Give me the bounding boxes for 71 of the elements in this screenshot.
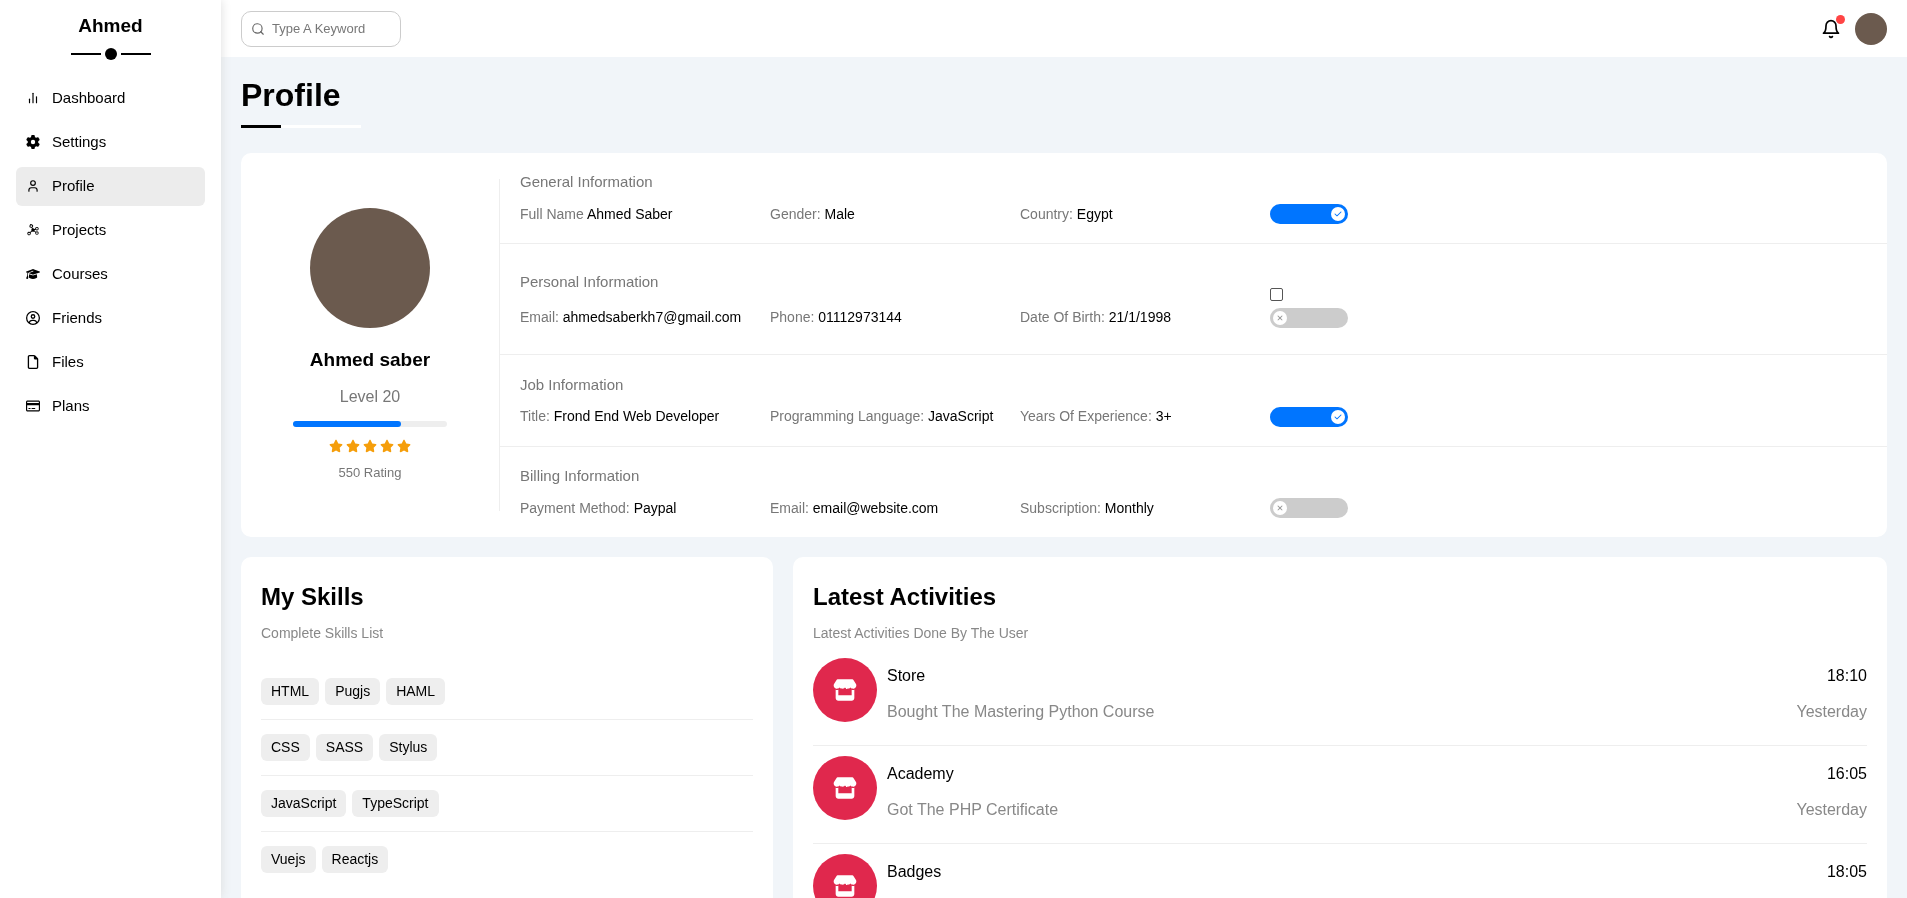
star-icon — [329, 438, 343, 453]
activity-time: 18:10 — [1826, 666, 1867, 686]
brand-title: Ahmed — [78, 14, 143, 38]
activity-time: 18:05 — [1826, 862, 1867, 882]
check-icon — [1334, 210, 1342, 219]
sidebar-item[interactable]: Profile — [16, 166, 205, 206]
skill-tag: HAML — [386, 678, 446, 705]
card-subtitle: Complete Skills List — [261, 624, 385, 643]
skill-tag: CSS — [261, 734, 310, 761]
activity-title: Store — [887, 666, 926, 686]
activity-day: Yesterday — [1796, 700, 1867, 724]
activity-time: 16:05 — [1826, 764, 1867, 784]
toggle-switch[interactable] — [1270, 204, 1348, 225]
check-icon — [1334, 412, 1342, 421]
close-icon — [1276, 313, 1284, 322]
nodes-icon — [26, 223, 40, 237]
skill-tag: HTML — [261, 678, 320, 705]
activity-day: Yesterday — [1796, 798, 1867, 822]
checkbox[interactable] — [1270, 287, 1283, 301]
close-icon — [1276, 504, 1284, 513]
activity-description: Bought The Mastering Python Course — [887, 702, 1155, 722]
activity-title: Badges — [887, 862, 942, 882]
info-field: Full Name Ahmed Saber — [520, 203, 770, 225]
star-icon — [380, 438, 394, 453]
profile-level: Level 20 — [339, 386, 401, 407]
info-field: Date Of Birth: 21/1/1998 — [1020, 307, 1270, 329]
info-field: Email: email@website.com — [770, 497, 1020, 519]
info-field: Gender: Male — [770, 203, 1020, 225]
section-title: General Information — [520, 172, 654, 193]
info-field: Email: ahmedsaberkh7@gmail.com — [520, 307, 770, 329]
skill-tag: SASS — [315, 734, 374, 761]
credit-card-icon — [26, 399, 40, 413]
toggle-switch[interactable] — [1270, 498, 1348, 519]
skill-tag: JavaScript — [261, 790, 347, 817]
info-field: Payment Method: Paypal — [520, 497, 770, 519]
info-field: Years Of Experience: 3+ — [1020, 406, 1270, 428]
skill-tag: Stylus — [379, 734, 438, 761]
skill-tag: Pugjs — [325, 678, 381, 705]
skill-tag: Reactjs — [321, 846, 389, 873]
info-field: Title: Frond End Web Developer — [520, 406, 770, 428]
star-icon — [397, 438, 411, 453]
file-icon — [26, 355, 40, 369]
graduation-cap-icon — [26, 267, 40, 281]
skill-tag: Vuejs — [261, 846, 316, 873]
chart-icon — [26, 91, 40, 105]
toggle-switch[interactable] — [1270, 307, 1348, 328]
settings-icon — [26, 135, 40, 149]
search-icon — [251, 21, 265, 36]
card-title: My Skills — [261, 582, 365, 612]
section-title: Personal Information — [520, 271, 660, 292]
search-field[interactable]: Type A Keyword — [241, 10, 401, 47]
profile-name: Ahmed saber — [309, 348, 431, 372]
notification-bell-icon[interactable] — [1821, 18, 1841, 39]
activity-title: Academy — [887, 764, 954, 784]
user-icon — [26, 179, 40, 193]
section-title: Job Information — [520, 374, 625, 395]
star-icon — [346, 438, 360, 453]
card-title: Latest Activities — [813, 582, 998, 612]
toggle-switch[interactable] — [1270, 406, 1348, 427]
avatar-placeholder[interactable] — [1855, 12, 1887, 45]
page-title: Profile — [241, 79, 342, 111]
info-field: Programming Language: JavaScript — [770, 406, 1020, 428]
skill-tag: TypeScript — [352, 790, 439, 817]
card-subtitle: Latest Activities Done By The User — [813, 624, 1030, 643]
section-title: Billing Information — [520, 466, 641, 487]
activity-description: Got The PHP Certificate — [887, 800, 1059, 820]
star-icon — [363, 438, 377, 453]
info-field: Country: Egypt — [1020, 203, 1270, 225]
info-field: Subscription: Monthly — [1020, 497, 1270, 519]
rating-count: 550 Rating — [338, 463, 402, 482]
info-field: Phone: 01112973144 — [770, 307, 1020, 329]
